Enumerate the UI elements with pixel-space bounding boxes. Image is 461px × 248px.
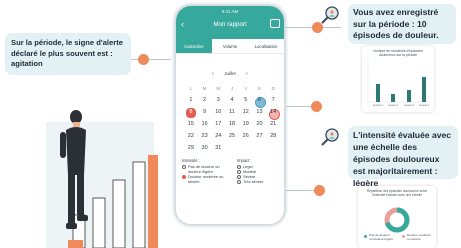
bar-chart-card: Nombre de semaines d'épisodes douloureux… [362,46,434,112]
x-tick-label: semaine 3 [404,105,415,107]
calendar-weeks: 1 2 3 4 5 6 7 8 9 10 11 12 13 14 15 16 17 18 19 20 21 22 23 24 2… [184,95,280,155]
calendar-day[interactable]: 4 [225,95,239,107]
calendar-empty-cell [225,143,239,155]
weekday-label: S [257,86,261,91]
legend-intensity-title: Intensité : [182,158,200,163]
calendar-day[interactable]: 31 [211,143,225,155]
calendar-day[interactable]: 22 [184,131,198,143]
tab-volume[interactable]: Volume [212,39,248,53]
calendar-day[interactable]: 10 [211,107,225,119]
donut-legend-item: Pas de douleur ou douleur légère [364,233,394,242]
calendar-day[interactable]: 20 [253,119,267,131]
calendar-day[interactable]: 7 [266,95,280,107]
calendar-day[interactable]: 29 [184,143,198,155]
calendar-day[interactable]: 8 [184,107,198,119]
connector-line-left [131,59,171,60]
calendar-day[interactable]: 12 [239,107,253,119]
calendar-week: 15 16 17 18 19 20 21 [184,119,280,131]
calendar-day[interactable]: 25 [225,131,239,143]
chevron-right-icon[interactable]: › [246,71,248,77]
tab-location[interactable]: Localisation [248,39,284,53]
callout-alert-sign: Sur la période, le signe d'alerte déclar… [5,33,131,75]
calendar-day[interactable]: 18 [225,119,239,131]
month-label: Juillet [224,71,236,76]
weekday-label: M [216,86,221,91]
calendar-day[interactable]: 1 [184,95,198,107]
x-tick-label: semaine 2 [388,105,399,107]
bar-chart: semaine 1 semaine 2 semaine 3 semaine 4 [367,60,430,107]
bar [376,84,380,102]
connector-dot-bottom [314,185,325,196]
calendar-empty-cell [253,143,267,155]
connector-dot-top-right [312,22,323,33]
donut-chart-card: Répartition des épisodes douloureux selo… [358,186,436,248]
calendar-day[interactable]: 11 [225,107,239,119]
calendar-day[interactable]: 15 [184,119,198,131]
legend-item: Très sévère [237,179,282,184]
calendar-day[interactable]: 19 [239,119,253,131]
calendar-empty-cell [239,143,253,155]
bar [391,94,395,102]
bar [422,77,426,102]
phone-mockup: 9:41 AM ‹ Mon rapport Calendrier Volume … [174,4,286,226]
x-tick-label: semaine 1 [373,105,384,107]
tab-calendar[interactable]: Calendrier [176,39,212,53]
weekday-label: L [189,86,193,91]
calendar-day[interactable]: 3 [211,95,225,107]
calendar-day[interactable]: 2 [198,95,212,107]
calendar-day[interactable]: 16 [198,119,212,131]
connector-dot-left [138,54,149,65]
calendar-day[interactable]: 14 [266,107,280,120]
weekday-label: V [244,86,248,91]
calendar-week: 1234567 [184,95,280,108]
callout-intensity: L'intensité évaluée avec une échelle des… [348,126,458,188]
calendar-day[interactable]: 28 [266,131,280,143]
calendar-grid: L M M J V S D 1 2 3 4 5 6 7 8 9 10 11 12 13 14 15 16 17 1… [184,83,280,155]
report-tabs: Calendrier Volume Localisation [176,39,284,54]
report-title: Mon rapport [213,21,247,28]
calendar-day[interactable]: 17 [211,119,225,131]
magnifier-person-icon [321,128,339,146]
bar [407,90,411,102]
calendar-day[interactable]: 30 [198,143,212,155]
calendar-week: 22 23 24 25 26 27 28 [184,131,280,143]
weekday-label: J [230,86,234,91]
x-tick-label: semaine 4 [419,105,430,107]
callout-episode-count: Vous avez enregistré sur la période : 10… [348,4,456,44]
donut-legend-item: Douleur modérée ou sévère [402,233,432,242]
month-selector: ‹ Juillet › [176,71,284,79]
chevron-left-icon[interactable]: ‹ [212,71,214,77]
calendar-day[interactable]: 23 [198,131,212,143]
person-climbing-bars-illustration [60,110,158,248]
weekday-label: D [271,86,275,91]
calendar-day[interactable]: 21 [266,119,280,131]
calendar-week: 8 9 10 11 12 13 14 [184,107,280,120]
legend-item: Douleur modérée ou sévère [182,174,232,184]
legend-impact-title: Impact : [237,158,252,163]
calendar-empty-cell [266,143,280,155]
connector-dot-mid [311,101,322,112]
calendar-day[interactable]: 27 [253,131,267,143]
weekday-header: L M M J V S D [184,83,280,95]
legend-impact: Impact : Léger Modéré Sévère Très sévère [237,158,282,184]
legend-intensity: Intensité : Pas de douleur ou douleur lé… [182,158,232,184]
share-icon[interactable] [270,19,280,28]
phone-header: 9:41 AM ‹ Mon rapport [176,6,284,39]
weekday-label: M [202,86,207,91]
calendar-day[interactable]: 26 [239,131,253,143]
calendar-day[interactable]: 5 [239,95,253,107]
calendar-day[interactable]: 13 [253,107,267,119]
status-bar-time: 9:41 AM [221,9,239,14]
calendar-week: 29 30 31 [184,143,280,155]
legend-item: Pas de douleur ou douleur légère [182,164,232,174]
magnifier-person-icon [321,6,339,24]
calendar-day[interactable]: 9 [198,107,212,119]
calendar-day[interactable]: 24 [211,131,225,143]
calendar-day[interactable]: 6 [253,95,267,108]
